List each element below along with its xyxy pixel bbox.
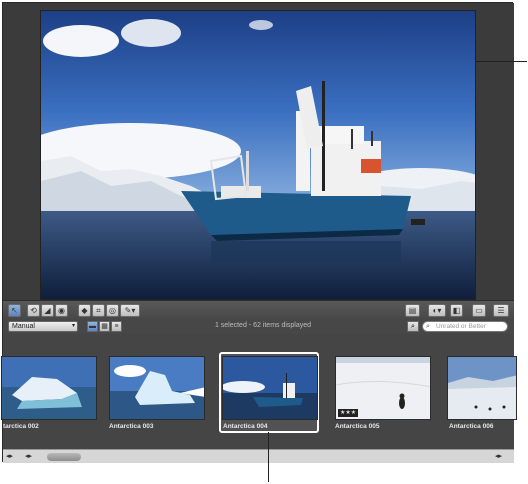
thumbnail-label: Antarctica 005 (335, 423, 380, 430)
toolbar: ↖ ⟲ ◢ ◉ ◆ ⌗ ◎ ✎▾ ▤ ◐▾ ◧ ▭ ☰ (3, 300, 514, 319)
chevron-down-icon: ▾ (71, 323, 75, 329)
fullscreen-tool-icon[interactable]: ▭ (472, 304, 486, 317)
crop-tool-icon[interactable]: ⌗ (92, 304, 105, 317)
scrollbar-thumb[interactable] (47, 453, 81, 461)
filmstrip-view-button[interactable]: ▬ (87, 321, 98, 332)
thumbnail-label: tarctica 002 (3, 423, 39, 430)
straighten-tool-icon[interactable]: ◢ (41, 304, 54, 317)
search-field[interactable]: ⌕ Unrated or Better (422, 321, 508, 332)
thumbnail-label: Antarctica 003 (109, 423, 154, 430)
status-text: 1 selected - 62 items displayed (214, 322, 312, 329)
brush-tool-icon[interactable]: ✎▾ (120, 304, 140, 317)
layout-tool-icon[interactable]: ☰ (493, 304, 509, 317)
thumbnail[interactable]: ★★★ (335, 356, 431, 420)
thumbnail[interactable] (447, 356, 517, 420)
thumbnail-selected[interactable] (222, 356, 318, 420)
scroll-step-icon[interactable]: ◂▸ (25, 452, 32, 460)
rotate-tool-icon[interactable]: ⟲ (27, 304, 40, 317)
stamp-tool-icon[interactable]: ◉ (55, 304, 68, 317)
main-photo-antarctica-ship[interactable] (40, 10, 476, 300)
lift-tool-icon[interactable]: ◆ (78, 304, 91, 317)
search-placeholder: Unrated or Better (436, 323, 486, 330)
thumbnail[interactable] (109, 356, 205, 420)
scroll-left-icon[interactable]: ◂▸ (6, 452, 13, 460)
rating-badge: ★★★ (338, 409, 359, 417)
thumbnail-label: Antarctica 004 (223, 423, 268, 430)
scroll-right-icon[interactable]: ◂▸ (495, 452, 502, 460)
filter-hud-button[interactable]: ⌕ (407, 321, 419, 332)
photo-viewer (3, 3, 514, 300)
arrow-tool-icon[interactable]: ↖ (8, 304, 21, 317)
inspector-tool-icon[interactable]: ▤ (405, 304, 420, 317)
adjustments-tool-icon[interactable]: ◐▾ (428, 304, 446, 317)
metadata-tool-icon[interactable]: ◧ (450, 304, 463, 317)
thumbnail[interactable] (1, 356, 97, 420)
callout-line-right (475, 61, 527, 62)
filmstrip-browser: tarctica 002 Antarctica 003 Antarctica 0… (1, 334, 517, 449)
browser-control-bar: Manual ▾ ▬ ▦ ≡ 1 selected - 62 items dis… (3, 319, 514, 334)
thumbnail-label: Antarctica 006 (449, 423, 494, 430)
grid-view-button[interactable]: ▦ (99, 321, 110, 332)
callout-line-bottom (268, 432, 269, 482)
sort-select[interactable]: Manual ▾ (8, 321, 78, 332)
sort-select-value: Manual (12, 323, 35, 330)
redeye-tool-icon[interactable]: ◎ (106, 304, 119, 317)
horizontal-scrollbar[interactable]: ◂▸ ◂▸ ◂▸ (3, 449, 514, 463)
search-icon: ⌕ (426, 323, 430, 330)
list-view-button[interactable]: ≡ (111, 321, 122, 332)
aperture-window: ↖ ⟲ ◢ ◉ ◆ ⌗ ◎ ✎▾ ▤ ◐▾ ◧ ▭ ☰ Manual ▾ ▬ ▦… (1, 2, 517, 463)
